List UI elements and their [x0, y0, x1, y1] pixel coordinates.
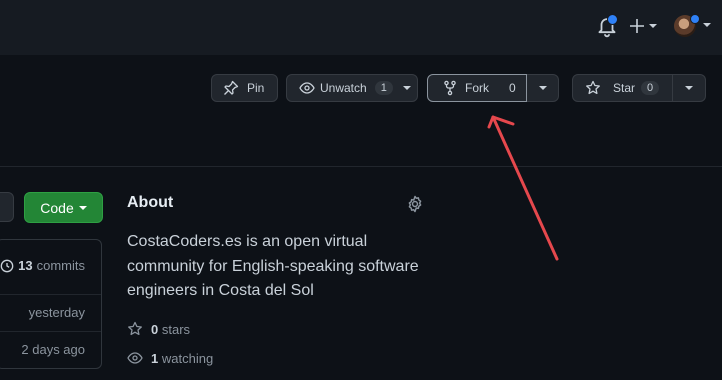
commit-count: 13: [18, 258, 33, 273]
stars-link[interactable]: 0 stars: [127, 321, 190, 337]
branch-button-partial[interactable]: [0, 192, 14, 222]
gear-icon[interactable]: [406, 195, 424, 213]
watching-count: 1: [151, 350, 159, 366]
code-button[interactable]: Code: [24, 192, 103, 223]
fork-label: Fork: [465, 81, 489, 95]
commit-time[interactable]: yesterday: [29, 305, 85, 320]
star-icon: [128, 321, 142, 336]
watchers-link[interactable]: 1 watching: [127, 350, 213, 366]
avatar-status-indicator: [690, 14, 700, 24]
watching-label: watching: [161, 350, 214, 366]
commit-time[interactable]: 2 days ago: [21, 342, 85, 357]
about-heading: About: [127, 194, 174, 211]
notification-indicator: [607, 14, 618, 25]
history-icon: [0, 259, 14, 272]
eye-icon: [299, 82, 315, 94]
unwatch-label: Unwatch: [320, 81, 367, 95]
annotation-arrow: [487, 115, 559, 261]
row-divider: [0, 331, 101, 332]
star-dropdown-button[interactable]: [673, 74, 706, 102]
pin-icon: [224, 80, 239, 95]
chevron-down-icon: [78, 205, 87, 210]
watch-count-badge: 1: [374, 81, 393, 95]
list-item: yesterday: [0, 305, 101, 320]
code-button-label: Code: [40, 199, 74, 216]
section-divider: [0, 166, 722, 167]
star-button[interactable]: Star 0: [572, 74, 673, 102]
row-divider: [0, 294, 101, 295]
commits-label: commits: [36, 258, 85, 273]
fork-button[interactable]: Fork 0: [427, 74, 527, 102]
stars-count: 0: [151, 321, 159, 337]
pin-button[interactable]: Pin: [211, 74, 278, 102]
repo-description: CostaCoders.es is an open virtual commun…: [127, 233, 419, 299]
unwatch-button[interactable]: Unwatch 1: [286, 74, 418, 102]
chevron-down-icon[interactable]: [703, 23, 711, 27]
file-list: 13 commits yesterday 2 days ago: [0, 239, 102, 369]
fork-count: 0: [509, 81, 516, 95]
fork-dropdown-button[interactable]: [527, 74, 559, 102]
chevron-down-icon: [685, 86, 693, 90]
star-icon: [586, 80, 600, 95]
fork-icon: [444, 80, 456, 96]
create-new-dropdown[interactable]: [628, 16, 660, 36]
eye-icon: [127, 352, 143, 364]
chevron-down-icon: [538, 86, 547, 90]
stars-label: stars: [161, 321, 191, 337]
chevron-down-icon: [402, 86, 411, 90]
star-count-badge: 0: [641, 81, 660, 95]
pin-label: Pin: [247, 81, 265, 95]
list-item: 2 days ago: [0, 342, 101, 357]
commits-link[interactable]: 13 commits: [0, 258, 101, 273]
plus-icon: [630, 19, 657, 33]
star-label: Star: [613, 81, 636, 95]
